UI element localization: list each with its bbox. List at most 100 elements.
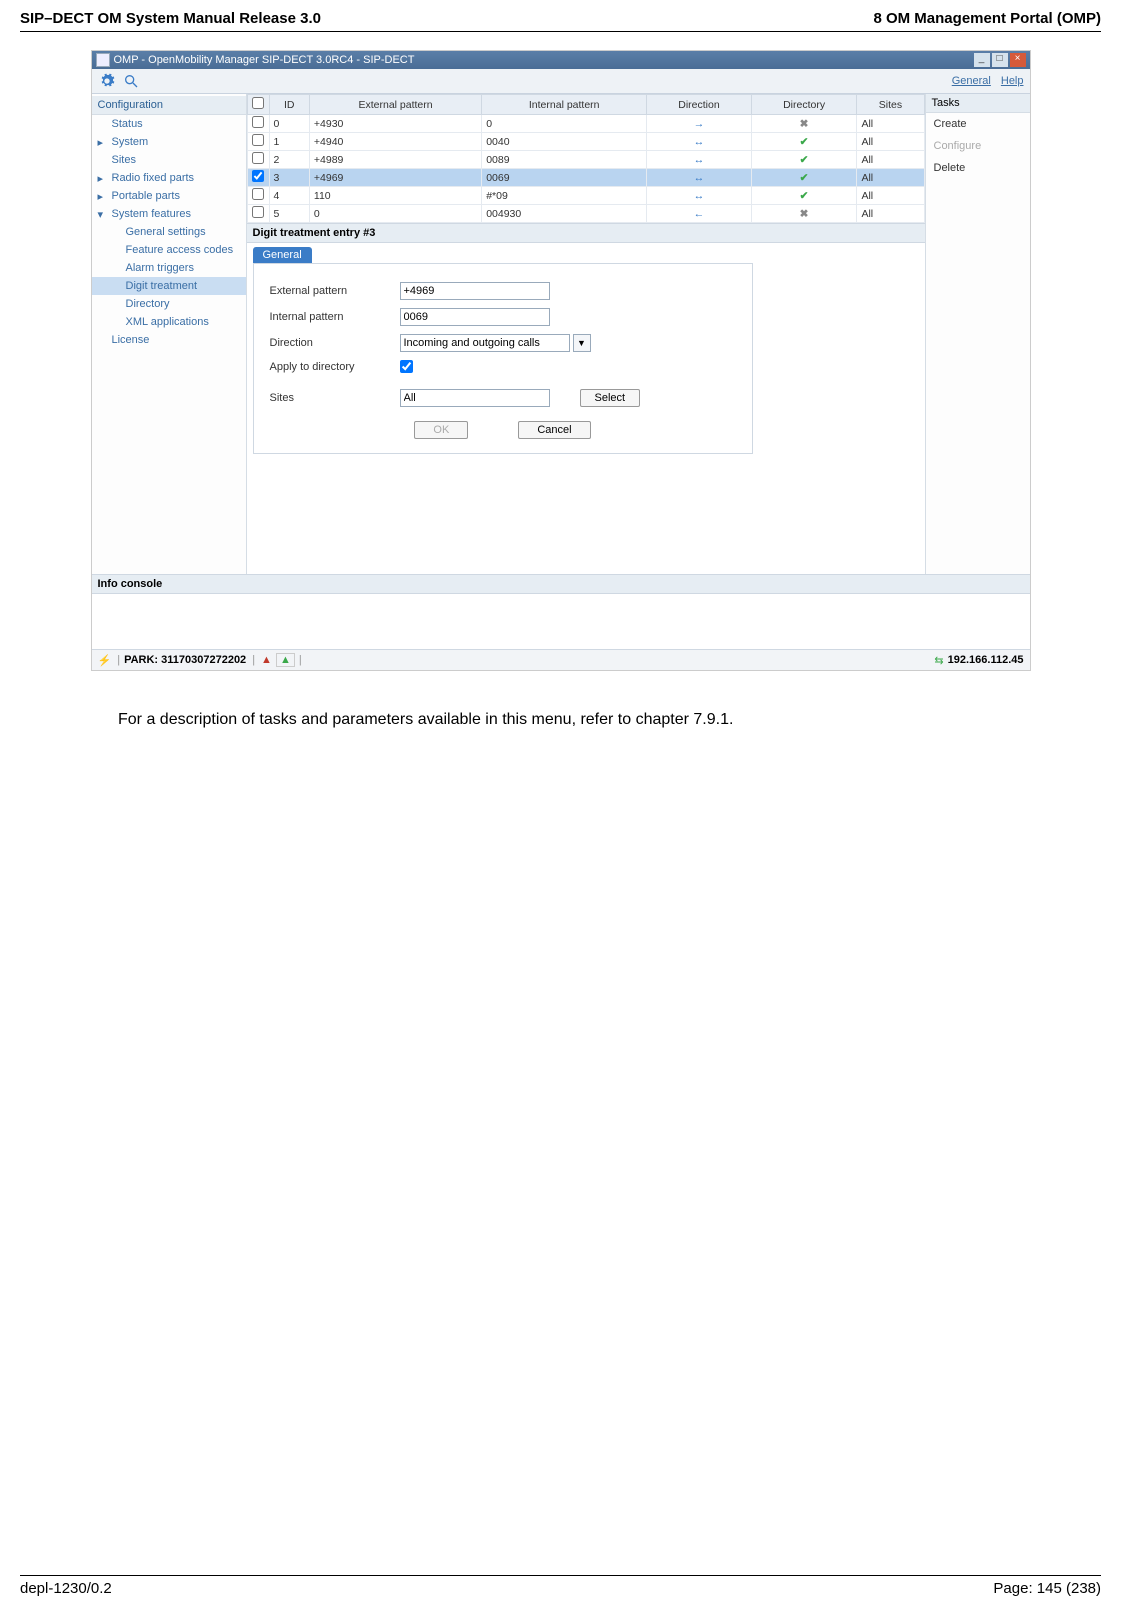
cell-internal: 0069 [482, 169, 647, 187]
general-link[interactable]: General [952, 75, 991, 87]
row-checkbox[interactable] [252, 206, 264, 218]
cell-direction: ↔ [647, 133, 752, 151]
table-row[interactable]: 3+49690069↔✔All [247, 169, 924, 187]
sidebar-sub-xml-applications[interactable]: XML applications [92, 313, 246, 331]
sidebar-sub-digit-treatment[interactable]: Digit treatment [92, 277, 246, 295]
sidebar: Configuration Status System Sites Radio … [92, 94, 247, 574]
sidebar-sub-alarm-triggers[interactable]: Alarm triggers [92, 259, 246, 277]
minimize-button[interactable]: _ [974, 53, 990, 67]
network-icon: ⇆ [934, 654, 943, 667]
cell-sites: All [857, 133, 924, 151]
sites-input[interactable] [400, 389, 550, 407]
ok-button[interactable]: OK [414, 421, 468, 439]
cell-directory: ✔ [751, 151, 857, 169]
col-directory[interactable]: Directory [751, 95, 857, 115]
direction-select[interactable] [400, 334, 570, 352]
cell-external: +4940 [309, 133, 481, 151]
select-sites-button[interactable]: Select [580, 389, 641, 407]
external-pattern-input[interactable] [400, 282, 550, 300]
row-checkbox[interactable] [252, 134, 264, 146]
sidebar-item-sites[interactable]: Sites [92, 151, 246, 169]
cell-directory: ✖ [751, 115, 857, 133]
tab-general[interactable]: General [253, 247, 312, 263]
doc-footer-left: depl-1230/0.2 [20, 1580, 112, 1597]
cancel-button[interactable]: Cancel [518, 421, 590, 439]
help-link[interactable]: Help [1001, 75, 1024, 87]
search-icon[interactable] [122, 72, 140, 90]
task-configure[interactable]: Configure [926, 135, 1030, 157]
table-row[interactable]: 50004930←✖All [247, 205, 924, 223]
col-id[interactable]: ID [269, 95, 309, 115]
cell-id: 3 [269, 169, 309, 187]
cell-id: 5 [269, 205, 309, 223]
maximize-button[interactable]: □ [992, 53, 1008, 67]
cell-internal: #*09 [482, 187, 647, 205]
chevron-down-icon[interactable]: ▼ [573, 334, 591, 352]
plug-icon: ⚡ [98, 654, 112, 667]
row-checkbox[interactable] [252, 116, 264, 128]
apply-directory-checkbox[interactable] [400, 360, 413, 373]
info-console-title: Info console [92, 574, 1030, 594]
info-console-pane [92, 594, 1030, 649]
col-internal[interactable]: Internal pattern [482, 95, 647, 115]
detail-title: Digit treatment entry #3 [247, 223, 925, 243]
cell-direction: ↔ [647, 151, 752, 169]
content-area: ID External pattern Internal pattern Dir… [247, 94, 1030, 574]
ip-address: 192.166.112.45 [948, 654, 1024, 666]
cell-sites: All [857, 205, 924, 223]
col-sites[interactable]: Sites [857, 95, 924, 115]
cell-directory: ✔ [751, 133, 857, 151]
sidebar-item-license[interactable]: License [92, 331, 246, 349]
cell-direction: ↔ [647, 187, 752, 205]
status-bar: ⚡ | PARK: 31170307272202 | ▲ ▲ | ⇆ 192.1… [92, 649, 1030, 670]
doc-footer-right: Page: 145 (238) [993, 1580, 1101, 1597]
cell-directory: ✖ [751, 205, 857, 223]
cell-direction: → [647, 115, 752, 133]
table-row[interactable]: 4110#*09↔✔All [247, 187, 924, 205]
gear-icon[interactable] [98, 72, 116, 90]
cell-directory: ✔ [751, 169, 857, 187]
row-checkbox[interactable] [252, 188, 264, 200]
cell-internal: 0040 [482, 133, 647, 151]
cell-id: 2 [269, 151, 309, 169]
table-row[interactable]: 2+49890089↔✔All [247, 151, 924, 169]
sidebar-sub-directory[interactable]: Directory [92, 295, 246, 313]
apply-directory-label: Apply to directory [270, 361, 400, 373]
task-create[interactable]: Create [926, 113, 1030, 135]
detail-pane: External pattern Internal pattern Direct… [253, 263, 753, 454]
cell-internal: 004930 [482, 205, 647, 223]
col-direction[interactable]: Direction [647, 95, 752, 115]
doc-footer-rule [20, 1575, 1101, 1576]
sidebar-item-system[interactable]: System [92, 133, 246, 151]
sidebar-item-system-features[interactable]: System features [92, 205, 246, 223]
table-row[interactable]: 0+49300→✖All [247, 115, 924, 133]
col-external[interactable]: External pattern [309, 95, 481, 115]
status-icon-b[interactable]: ▲ [280, 654, 291, 666]
status-icon-a[interactable]: ▲ [261, 654, 272, 666]
row-checkbox[interactable] [252, 170, 264, 182]
cell-internal: 0089 [482, 151, 647, 169]
sidebar-sub-general-settings[interactable]: General settings [92, 223, 246, 241]
internal-pattern-label: Internal pattern [270, 311, 400, 323]
task-delete[interactable]: Delete [926, 157, 1030, 179]
cell-external: +4930 [309, 115, 481, 133]
app-window: OMP - OpenMobility Manager SIP-DECT 3.0R… [91, 50, 1031, 671]
sidebar-item-status[interactable]: Status [92, 115, 246, 133]
external-pattern-label: External pattern [270, 285, 400, 297]
sidebar-item-portable-parts[interactable]: Portable parts [92, 187, 246, 205]
cell-direction: ← [647, 205, 752, 223]
row-checkbox[interactable] [252, 152, 264, 164]
sidebar-sub-feature-access-codes[interactable]: Feature access codes [92, 241, 246, 259]
close-button[interactable]: × [1010, 53, 1026, 67]
toolbar: General Help [92, 69, 1030, 94]
cell-id: 4 [269, 187, 309, 205]
cell-external: 0 [309, 205, 481, 223]
window-title: OMP - OpenMobility Manager SIP-DECT 3.0R… [114, 54, 415, 66]
doc-header-left: SIP–DECT OM System Manual Release 3.0 [20, 10, 321, 27]
sidebar-item-radio-fixed-parts[interactable]: Radio fixed parts [92, 169, 246, 187]
internal-pattern-input[interactable] [400, 308, 550, 326]
digit-treatment-table: ID External pattern Internal pattern Dir… [247, 94, 925, 223]
header-checkbox[interactable] [252, 97, 264, 109]
cell-sites: All [857, 169, 924, 187]
table-row[interactable]: 1+49400040↔✔All [247, 133, 924, 151]
